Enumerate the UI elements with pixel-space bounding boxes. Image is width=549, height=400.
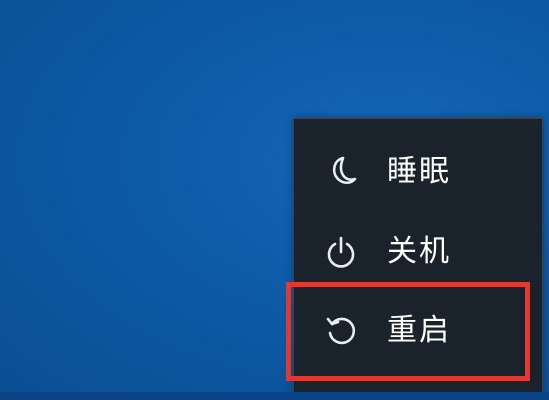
menu-item-label: 关机: [387, 234, 451, 269]
menu-item-label: 重启: [387, 313, 451, 348]
power-icon: [324, 235, 358, 269]
power-menu: 睡眠 关机 重启: [293, 118, 543, 400]
restart-icon: [324, 314, 358, 348]
menu-item-label: 睡眠: [387, 154, 451, 189]
taskbar-edge: [0, 392, 549, 400]
menu-item-shutdown[interactable]: 关机: [294, 212, 542, 292]
menu-item-sleep[interactable]: 睡眠: [294, 132, 542, 212]
moon-icon: [324, 155, 358, 189]
menu-item-restart[interactable]: 重启: [294, 291, 542, 371]
